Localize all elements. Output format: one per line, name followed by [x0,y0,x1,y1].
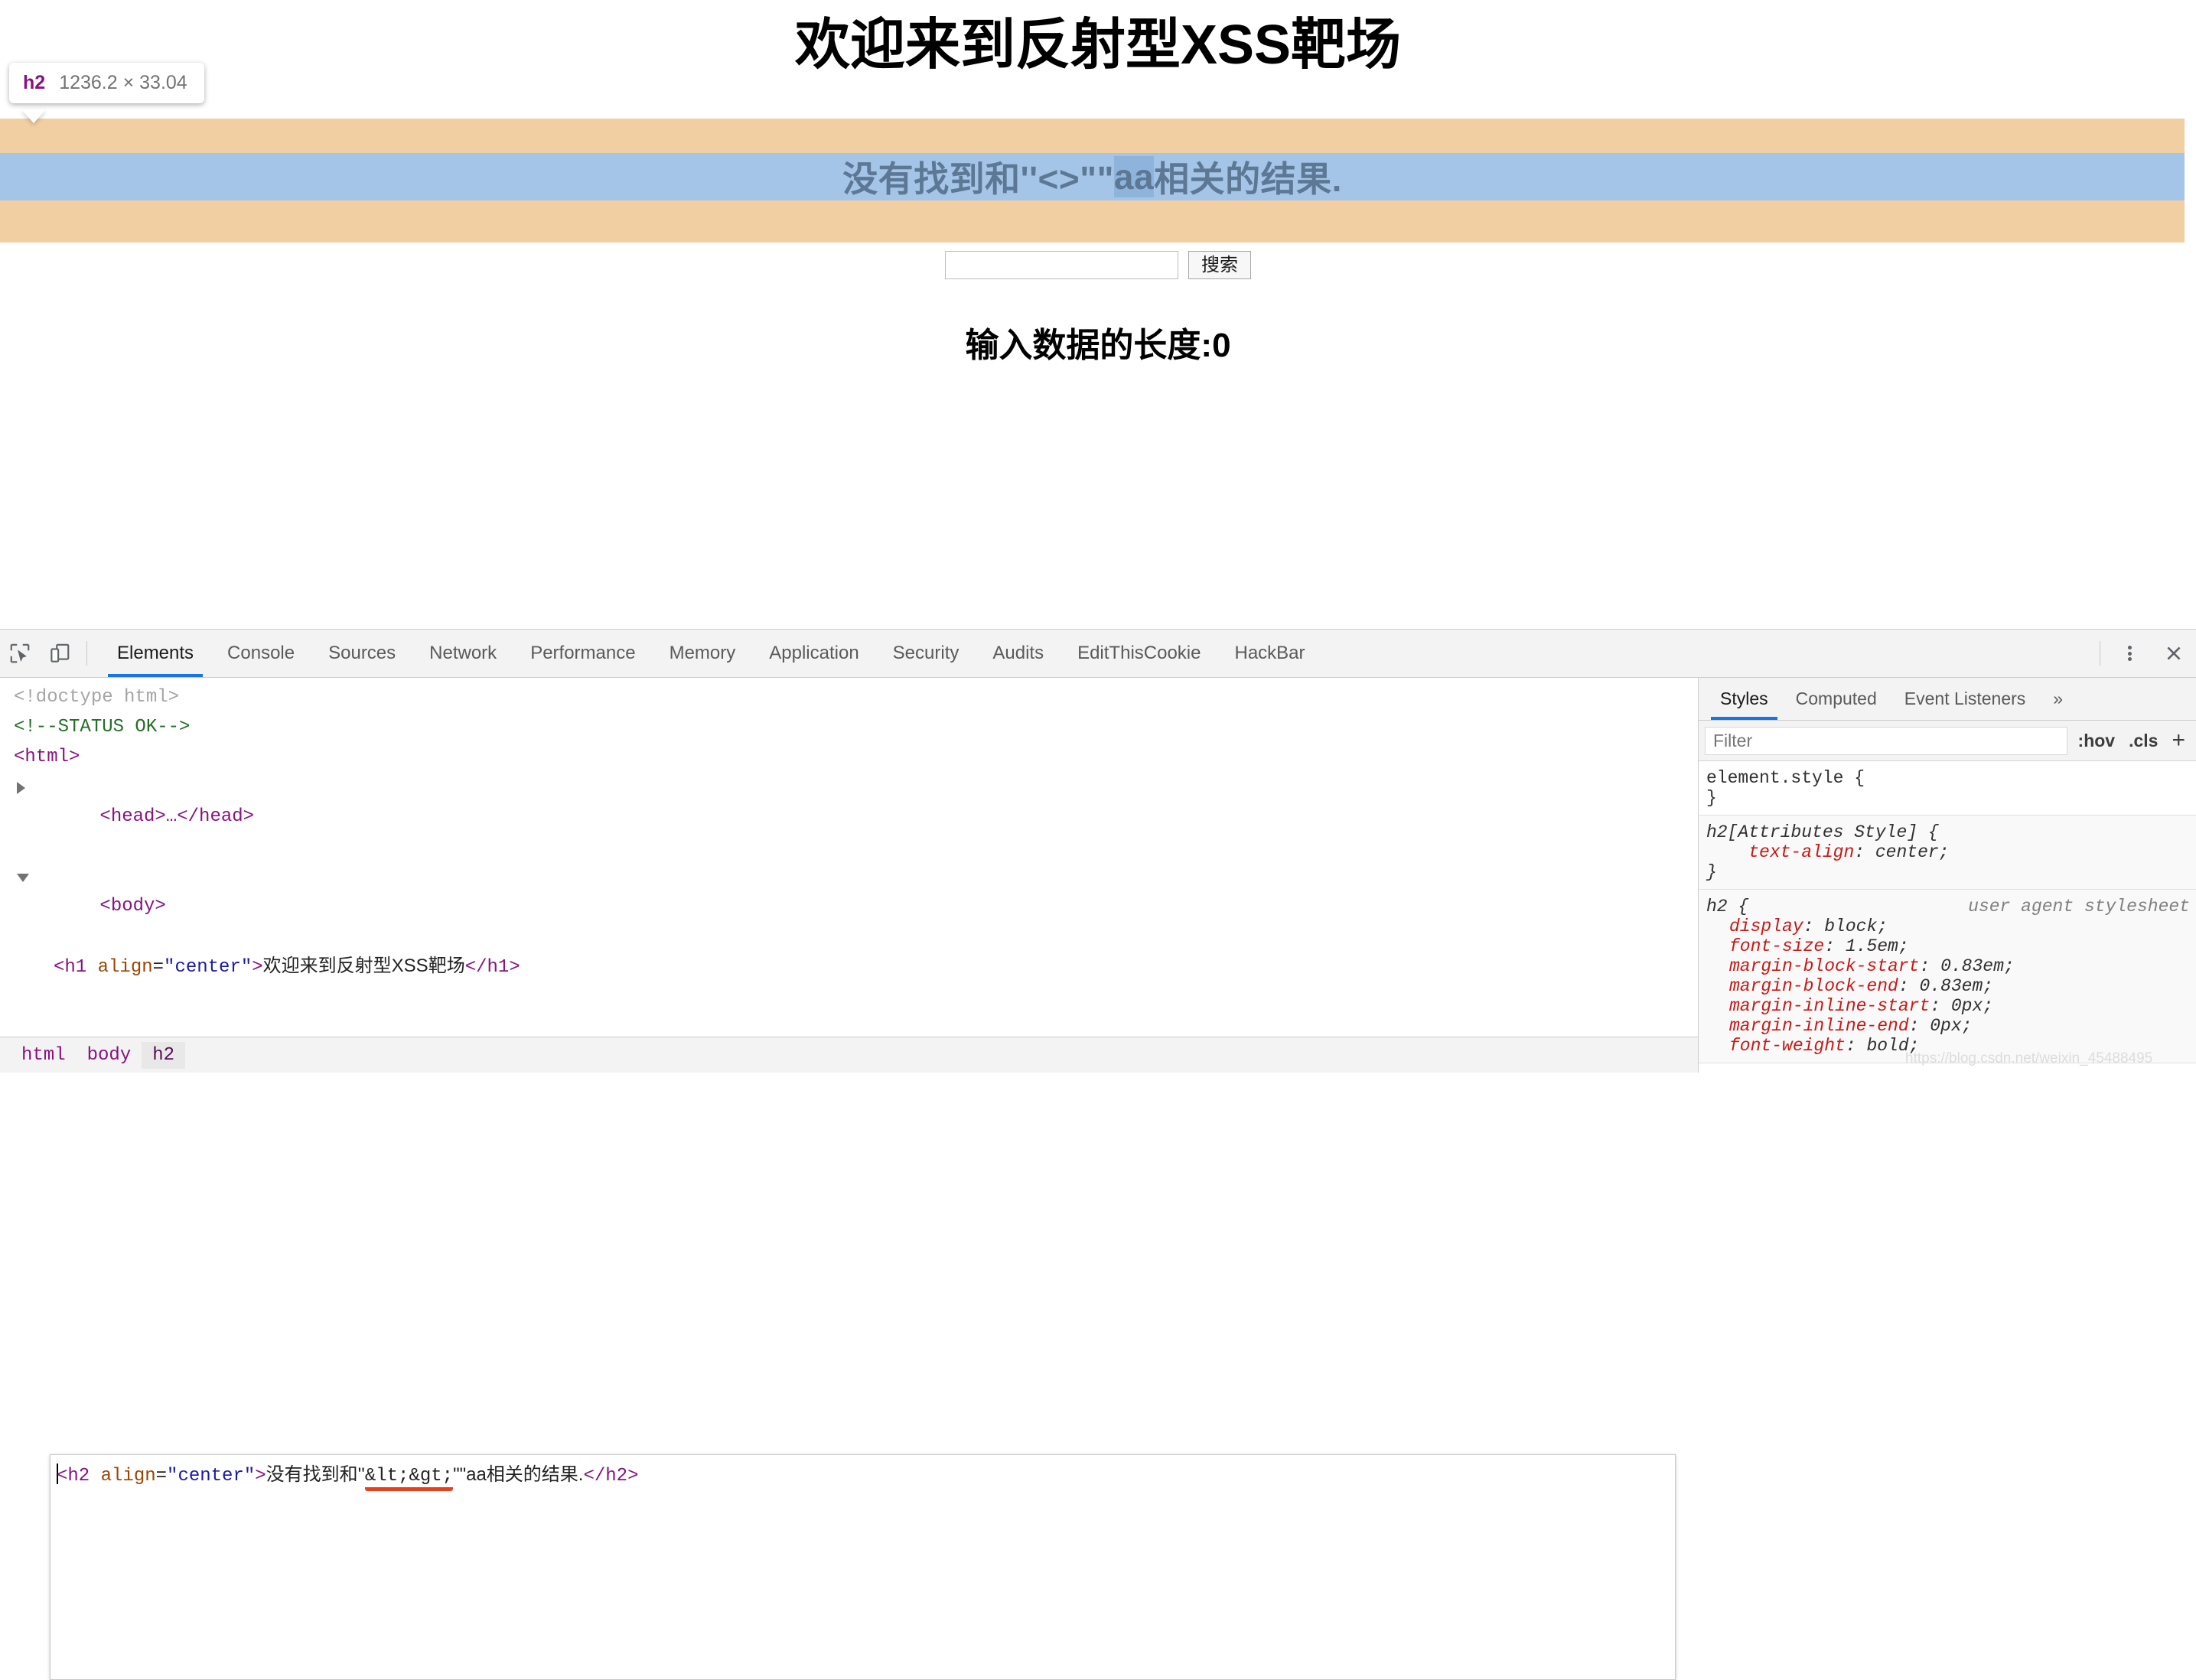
devtools-panel: Elements Console Sources Network Performance… [0,629,2196,1680]
css-property-name[interactable]: font-size [1729,936,1824,956]
dom-line-h1[interactable]: <h1 align="center">欢迎来到反射型XSS靶场</h1> [0,951,1697,982]
css-declaration[interactable]: font-weight: bold; [1706,1036,2196,1056]
search-input[interactable] [945,251,1178,279]
ua-property-list: display: block; font-size: 1.5em; margin-b… [1706,917,2196,1056]
devtools-tab-elements[interactable]: Elements [100,630,210,677]
devtools-tab-list: Elements Console Sources Network Performance… [100,630,1322,677]
css-declaration[interactable]: margin-inline-start: 0px; [1706,996,2196,1016]
tooltip-dimensions: 1236.2 × 33.04 [59,72,187,93]
input-length-label: 输入数据的长度:0 [965,327,1231,364]
devtools-tab-network[interactable]: Network [412,630,513,677]
devtools-tab-console[interactable]: Console [210,630,311,677]
tooltip-tag-name: h2 [23,72,46,93]
styles-sidebar: StylesComputedEvent Listeners» :hov .cls… [1698,678,2196,1073]
style-rule-element-style[interactable]: element.style { } [1699,761,2196,816]
browser-page-viewport: 欢迎来到反射型XSS靶场 没有找到和''<>"" aa 相关的结果. h2 1236… [0,0,2196,629]
css-property-value[interactable]: 0.83em; [1940,956,2015,976]
chevron-right-icon[interactable] [17,782,25,794]
new-style-rule-button[interactable]: + [2168,729,2188,752]
devtools-tab-performance[interactable]: Performance [513,630,652,677]
devtools-tab-sources[interactable]: Sources [311,630,412,677]
style-rule-user-agent[interactable]: h2 {user agent stylesheet display: block;… [1699,890,2196,1063]
hov-toggle-button[interactable]: :hov [2075,731,2119,751]
dom-breadcrumb-bar: html body h2 [0,1037,1698,1073]
devtools-toolbar-right [2093,630,2196,677]
dom-line-doctype[interactable]: <!doctype html> [0,682,1697,712]
styles-tab-more-tabs[interactable]: » [2039,678,2077,720]
css-property-name[interactable]: display [1729,917,1803,936]
styles-tab-styles[interactable]: Styles [1706,678,1782,720]
search-form: 搜索 [0,251,2196,279]
devtools-tab-audits[interactable]: Audits [976,630,1061,677]
devtools-tab-editthiscookie[interactable]: EditThisCookie [1061,630,1217,677]
devtools-tab-hackbar[interactable]: HackBar [1217,630,1321,677]
h2-text-before: 没有找到和''<>"" [842,159,1114,199]
tooltip-pointer-arrow [21,109,46,123]
devtools-tab-memory[interactable]: Memory [653,630,753,677]
h2-text-after: 相关的结果. [1154,159,1342,199]
css-declaration[interactable]: margin-block-start: 0.83em; [1706,956,2196,976]
toolbar-divider [86,641,87,666]
devtools-highlight-margin-top [0,119,2185,153]
style-rule-attributes[interactable]: h2[Attributes Style] { text-align: cente… [1699,816,2196,890]
h2-text-selected: aa [1113,156,1155,197]
css-property-value[interactable]: 0px; [1930,1016,1972,1036]
dom-node-edit-box[interactable]: <h2 align="center">没有找到和''&lt;&gt;""aa相关… [50,1454,1676,1680]
css-property-value[interactable]: 1.5em; [1846,936,1909,956]
breadcrumb-item-html[interactable]: html [11,1042,77,1069]
devtools-tab-application[interactable]: Application [752,630,875,677]
dom-line-comment[interactable]: <!--STATUS OK--> [0,712,1697,742]
css-property-value[interactable]: bold; [1866,1036,1919,1056]
styles-tab-computed[interactable]: Computed [1782,678,1891,720]
inspect-element-icon[interactable] [0,630,40,677]
chevron-down-icon[interactable] [17,874,29,882]
css-property-name[interactable]: margin-block-start [1729,956,1919,976]
css-property-name[interactable]: margin-inline-start [1729,996,1930,1016]
css-property-name[interactable]: margin-inline-end [1729,1016,1909,1036]
spellcheck-squiggle: &lt;&gt; [364,1466,454,1491]
styles-filter-bar: :hov .cls + [1699,721,2196,761]
dom-tree-panel[interactable]: <!doctype html> <!--STATUS OK--> <html> … [0,678,1697,1037]
dom-line-html[interactable]: <html> [0,742,1697,772]
devtools-highlight-margin-bottom [0,200,2185,243]
page-title-h1: 欢迎来到反射型XSS靶场 [794,15,1402,76]
css-property-value[interactable]: 0.83em; [1919,976,1993,996]
css-declaration[interactable]: margin-inline-end: 0px; [1706,1016,2196,1036]
more-options-icon[interactable] [2107,630,2152,677]
dom-line-head[interactable]: <head>…</head> [0,772,1697,861]
breadcrumb-item-h2[interactable]: h2 [142,1041,186,1069]
close-icon[interactable] [2152,630,2196,677]
search-button[interactable]: 搜索 [1188,251,1251,279]
css-declaration[interactable]: margin-block-end: 0.83em; [1706,976,2196,996]
ua-stylesheet-label: user agent stylesheet [1968,897,2190,917]
css-property-value[interactable]: 0px; [1951,996,1993,1016]
element-inspect-tooltip: h2 1236.2 × 33.04 [9,63,204,103]
css-property-value[interactable]: block; [1824,917,1888,936]
dom-edit-source-line[interactable]: <h2 align="center">没有找到和''&lt;&gt;""aa相关… [51,1455,1675,1491]
devtools-tab-security[interactable]: Security [876,630,976,677]
css-declaration[interactable]: font-size: 1.5em; [1706,936,2196,956]
styles-tab-event-listeners[interactable]: Event Listeners [1891,678,2040,720]
device-toolbar-icon[interactable] [40,630,80,677]
page-heading-h2: 没有找到和''<>"" aa 相关的结果. [0,153,2185,200]
css-property-name[interactable]: margin-block-end [1729,976,1898,996]
css-declaration[interactable]: display: block; [1706,917,2196,936]
styles-tab-list: Styles Computed Event Listeners» [1699,678,2196,721]
css-property-name[interactable]: font-weight [1729,1036,1846,1056]
cls-toggle-button[interactable]: .cls [2126,731,2161,751]
breadcrumb-item-body[interactable]: body [77,1042,142,1069]
devtools-toolbar: Elements Console Sources Network Performance… [0,630,2196,678]
dom-line-body[interactable]: <body> [0,861,1697,951]
styles-filter-input[interactable] [1705,726,2067,755]
